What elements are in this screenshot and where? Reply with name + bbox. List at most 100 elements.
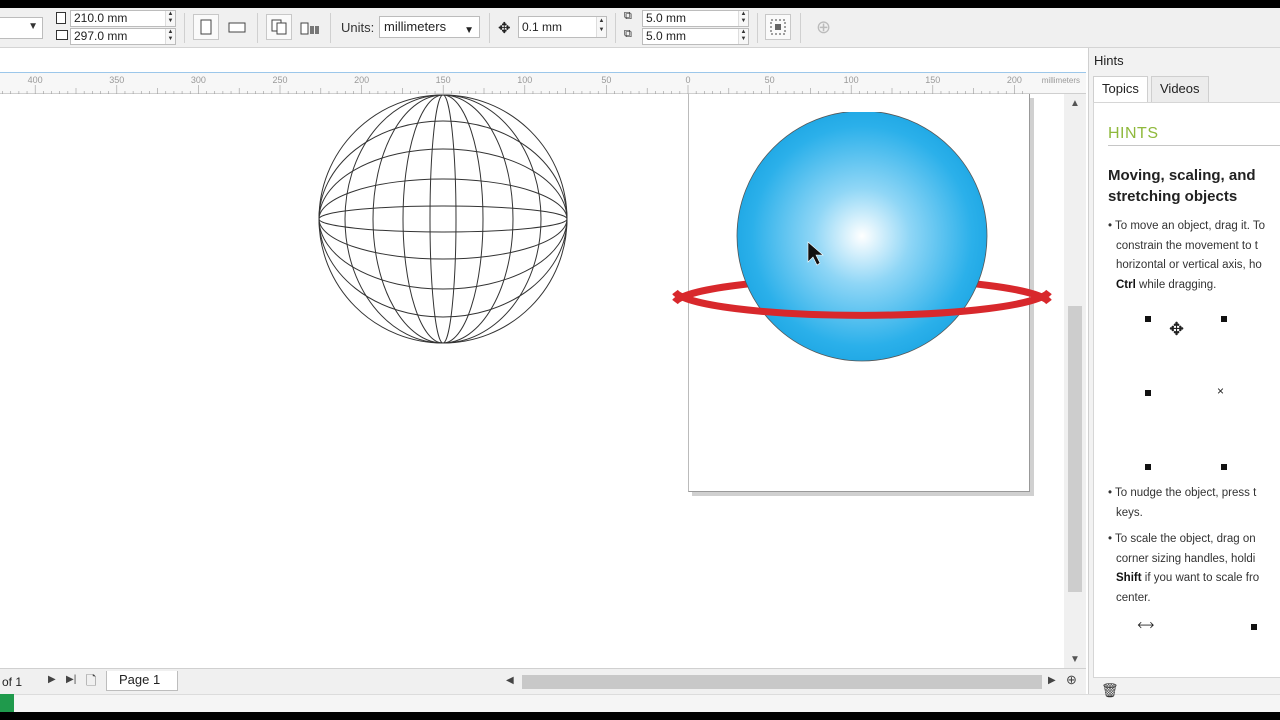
top-black-strip <box>0 0 1280 8</box>
bottom-black-strip <box>0 712 1280 720</box>
page-tab[interactable]: Page 1 <box>106 671 178 691</box>
separator <box>257 13 258 43</box>
ruler-tick-label: 200 <box>354 75 369 85</box>
hint-heading: Moving, scaling, and stretching objects <box>1108 165 1274 207</box>
chevron-down-icon: ▼ <box>28 21 38 32</box>
units-label: Units: <box>341 20 375 35</box>
hint-line: • To move an object, drag it. To <box>1108 220 1266 232</box>
ruler-ticks: 400 350 300 250 200 150 100 50 0 50 100 150 200 milli… <box>2 75 1080 94</box>
trash-icon[interactable]: 🗑 <box>1101 682 1119 699</box>
ruler-tick-label: 100 <box>517 75 532 85</box>
portrait-button[interactable] <box>193 14 219 40</box>
current-page-button[interactable] <box>297 14 323 40</box>
horizontal-ruler[interactable]: 400 350 300 250 200 150 100 50 0 50 100 150 200 milli… <box>0 72 1086 94</box>
ruler-tick-label: 150 <box>925 75 940 85</box>
units-dropdown[interactable]: millimeters ▼ <box>379 16 480 38</box>
page-height-spinner[interactable]: ▲ ▼ <box>165 29 175 44</box>
hint-line: corner sizing handles, holdi <box>1116 552 1256 565</box>
scale-cursor-icon: ⤡ <box>1135 615 1157 637</box>
horizontal-scrollbar[interactable]: ◀ ▶ <box>502 673 1062 691</box>
sizing-handle <box>1145 464 1151 470</box>
ruler-tick-label: 200 <box>1007 75 1022 85</box>
page-tab-label: Page 1 <box>119 672 161 687</box>
page-height-value: 297.0 mm <box>74 29 128 43</box>
hint-heading-line: stretching objects <box>1108 188 1238 205</box>
current-page-icon <box>300 22 319 35</box>
docker-title: Hints <box>1094 53 1124 68</box>
page-height-icon <box>56 30 68 40</box>
hint-line: while dragging. <box>1135 278 1217 291</box>
separator <box>615 13 616 43</box>
drawing-canvas[interactable] <box>0 94 1064 668</box>
ruler-tick-label: 400 <box>28 75 43 85</box>
sizing-handle <box>1145 390 1151 396</box>
add-icon[interactable]: ⊕ <box>816 17 831 38</box>
treat-as-filled-icon <box>770 19 786 35</box>
duplicate-x-spinner[interactable]: ▲ ▼ <box>738 11 748 26</box>
next-page-icon[interactable]: ▶ <box>48 674 56 685</box>
all-pages-button[interactable] <box>266 14 292 40</box>
separator <box>489 13 490 43</box>
ruler-tick-label: 250 <box>272 75 287 85</box>
hint-keyword: Shift <box>1116 572 1142 584</box>
duplicate-distance-x-value: 5.0 mm <box>646 11 687 25</box>
duplicate-y-spinner[interactable]: ▲ ▼ <box>738 29 748 44</box>
vertical-scroll-thumb[interactable] <box>1068 306 1082 592</box>
blue-sphere[interactable] <box>736 112 988 362</box>
sizing-handle <box>1145 316 1151 322</box>
landscape-icon <box>228 22 246 33</box>
nudge-spinner[interactable]: ▲ ▼ <box>596 17 606 37</box>
page-width-field[interactable]: 210.0 mm ▲ ▼ <box>70 10 176 27</box>
ruler-tick-label: 300 <box>191 75 206 85</box>
hints-docker: Hints Topics Videos HINTS Moving, scalin… <box>1088 48 1280 698</box>
ruler-tick-label: 0 <box>685 75 690 85</box>
tab-topics[interactable]: Topics <box>1093 76 1148 103</box>
scroll-right-icon[interactable]: ▶ <box>1048 675 1056 686</box>
separator <box>330 13 331 43</box>
page-width-value: 210.0 mm <box>74 11 128 25</box>
center-mark-icon: × <box>1217 384 1225 398</box>
treat-as-filled-button[interactable] <box>765 14 791 40</box>
tab-videos[interactable]: Videos <box>1151 76 1209 102</box>
wireframe-sphere[interactable] <box>312 94 577 350</box>
page-width-spinner[interactable]: ▲ ▼ <box>165 11 175 26</box>
ruler-tick-label: 50 <box>765 75 775 85</box>
hint-line: • To scale the object, drag on <box>1108 533 1256 545</box>
units-value: millimeters <box>384 19 447 34</box>
nudge-distance-field[interactable]: 0.1 mm ▲ ▼ <box>518 16 607 38</box>
vertical-scrollbar[interactable]: ▲ ▼ <box>1064 94 1086 668</box>
ruler-tick-label: 150 <box>436 75 451 85</box>
nudge-icon: ✥ <box>498 20 511 37</box>
zoom-icon[interactable]: ⊕ <box>1066 672 1077 688</box>
move-cursor-icon: ✥ <box>1169 319 1185 339</box>
hint-line: • To nudge the object, press t <box>1108 487 1257 499</box>
sizing-handle <box>1221 464 1227 470</box>
page-height-field[interactable]: 297.0 mm ▲ ▼ <box>70 28 176 45</box>
hint-heading-line: Moving, scaling, and <box>1108 167 1256 184</box>
ruler-tick-label: 100 <box>844 75 859 85</box>
ruler-unit-label: millimeters <box>1042 76 1080 85</box>
sizing-handle <box>1221 316 1227 322</box>
scroll-left-icon[interactable]: ◀ <box>506 675 514 686</box>
page-navigator-bar: of 1 ▶ ▶| 🗋 Page 1 ◀ ▶ ⊕ <box>0 668 1086 694</box>
last-page-icon[interactable]: ▶| <box>66 674 76 685</box>
horizontal-scroll-thumb[interactable] <box>522 675 1042 689</box>
separator <box>184 13 185 43</box>
portrait-icon <box>200 19 212 35</box>
separator <box>800 13 801 43</box>
status-bar <box>0 694 1280 712</box>
scroll-down-icon[interactable]: ▼ <box>1064 654 1086 665</box>
scroll-up-icon[interactable]: ▲ <box>1064 98 1086 109</box>
all-pages-icon <box>271 19 287 35</box>
duplicate-distance-x-field[interactable]: 5.0 mm ▲ ▼ <box>642 10 749 27</box>
planet-drawing[interactable] <box>668 112 1058 368</box>
hint-line: horizontal or vertical axis, ho <box>1116 259 1262 271</box>
add-page-icon[interactable]: 🗋 <box>86 672 96 694</box>
duplicate-distance-y-field[interactable]: 5.0 mm ▲ ▼ <box>642 28 749 45</box>
landscape-button[interactable] <box>224 14 250 40</box>
hint-line: if you want to scale fro <box>1141 572 1260 584</box>
hint-paragraph-move: • To move an object, drag it. To constra… <box>1108 217 1280 295</box>
tab-topics-label: Topics <box>1102 81 1139 96</box>
property-bar: ▼ 210.0 mm ▲ ▼ 297.0 mm ▲ ▼ Units: millime… <box>0 8 1280 48</box>
paper-size-dropdown[interactable]: ▼ <box>0 17 43 39</box>
